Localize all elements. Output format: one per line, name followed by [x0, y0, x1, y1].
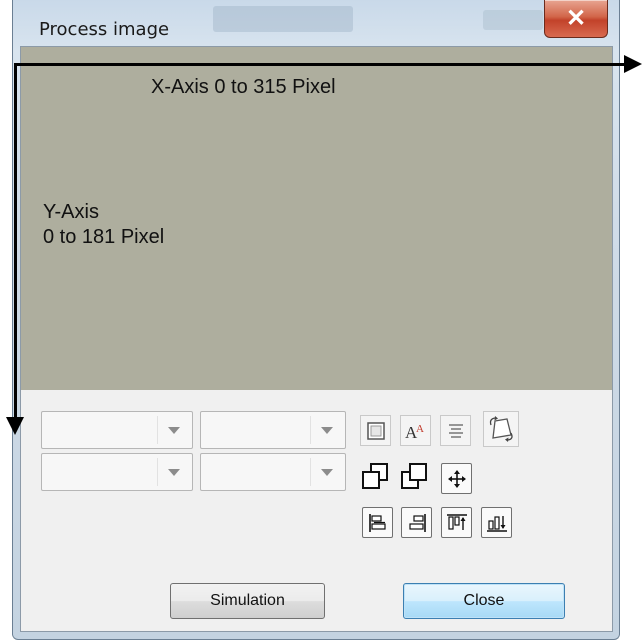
align-left-icon — [368, 513, 386, 532]
border-icon — [366, 421, 385, 440]
font-size-icon: A A — [405, 423, 424, 442]
image-canvas[interactable]: X-Axis 0 to 315 Pixel Y-Axis 0 to 181 Pi… — [21, 47, 612, 390]
align-bottom-button[interactable] — [481, 507, 512, 538]
combo-separator — [157, 416, 158, 444]
align-center-button[interactable] — [440, 415, 471, 446]
bring-to-front-icon — [362, 463, 388, 489]
window-title: Process image — [39, 19, 170, 40]
chevron-down-icon — [321, 469, 333, 476]
blurred-background-2 — [483, 10, 543, 30]
combo-box-2[interactable] — [200, 411, 346, 449]
move-icon — [447, 469, 466, 488]
combo-box-1[interactable] — [41, 411, 193, 449]
align-top-icon — [446, 513, 467, 530]
x-axis-arrow-line — [14, 63, 626, 66]
send-to-back-icon — [401, 463, 427, 489]
border-button[interactable] — [360, 415, 391, 446]
align-top-button[interactable] — [441, 507, 472, 538]
chevron-down-icon — [168, 469, 180, 476]
x-axis-label: X-Axis 0 to 315 Pixel — [151, 76, 336, 98]
combo-separator — [310, 458, 311, 486]
close-icon: ✕ — [565, 5, 587, 32]
x-axis-arrowhead-icon — [624, 55, 642, 73]
combo-separator — [157, 458, 158, 486]
bring-to-front-button[interactable] — [358, 460, 392, 494]
y-axis-label-line2: 0 to 181 Pixel — [43, 226, 165, 248]
window-close-button[interactable]: ✕ — [544, 0, 608, 38]
y-axis-arrow-line — [14, 63, 17, 419]
combo-separator — [310, 416, 311, 444]
chevron-down-icon — [168, 427, 180, 434]
blurred-background — [213, 6, 353, 32]
combo-box-4[interactable] — [200, 453, 346, 491]
dialog-client-area: X-Axis 0 to 315 Pixel Y-Axis 0 to 181 Pi… — [20, 46, 613, 632]
svg-text:A: A — [416, 423, 424, 435]
simulation-button[interactable]: Simulation — [170, 583, 325, 619]
rotate-icon — [489, 416, 513, 442]
combo-box-3[interactable] — [41, 453, 193, 491]
align-left-button[interactable] — [362, 507, 393, 538]
y-axis-arrowhead-icon — [6, 417, 24, 435]
chevron-down-icon — [321, 427, 333, 434]
close-button[interactable]: Close — [403, 583, 565, 619]
y-axis-label-line1: Y-Axis — [43, 201, 99, 223]
align-right-icon — [408, 513, 426, 532]
align-bottom-icon — [486, 515, 507, 532]
align-center-icon — [448, 423, 463, 438]
rotate-button[interactable] — [483, 411, 519, 447]
font-size-button[interactable]: A A — [400, 415, 431, 446]
send-to-back-button[interactable] — [397, 460, 431, 494]
align-right-button[interactable] — [401, 507, 432, 538]
move-button[interactable] — [441, 463, 472, 494]
